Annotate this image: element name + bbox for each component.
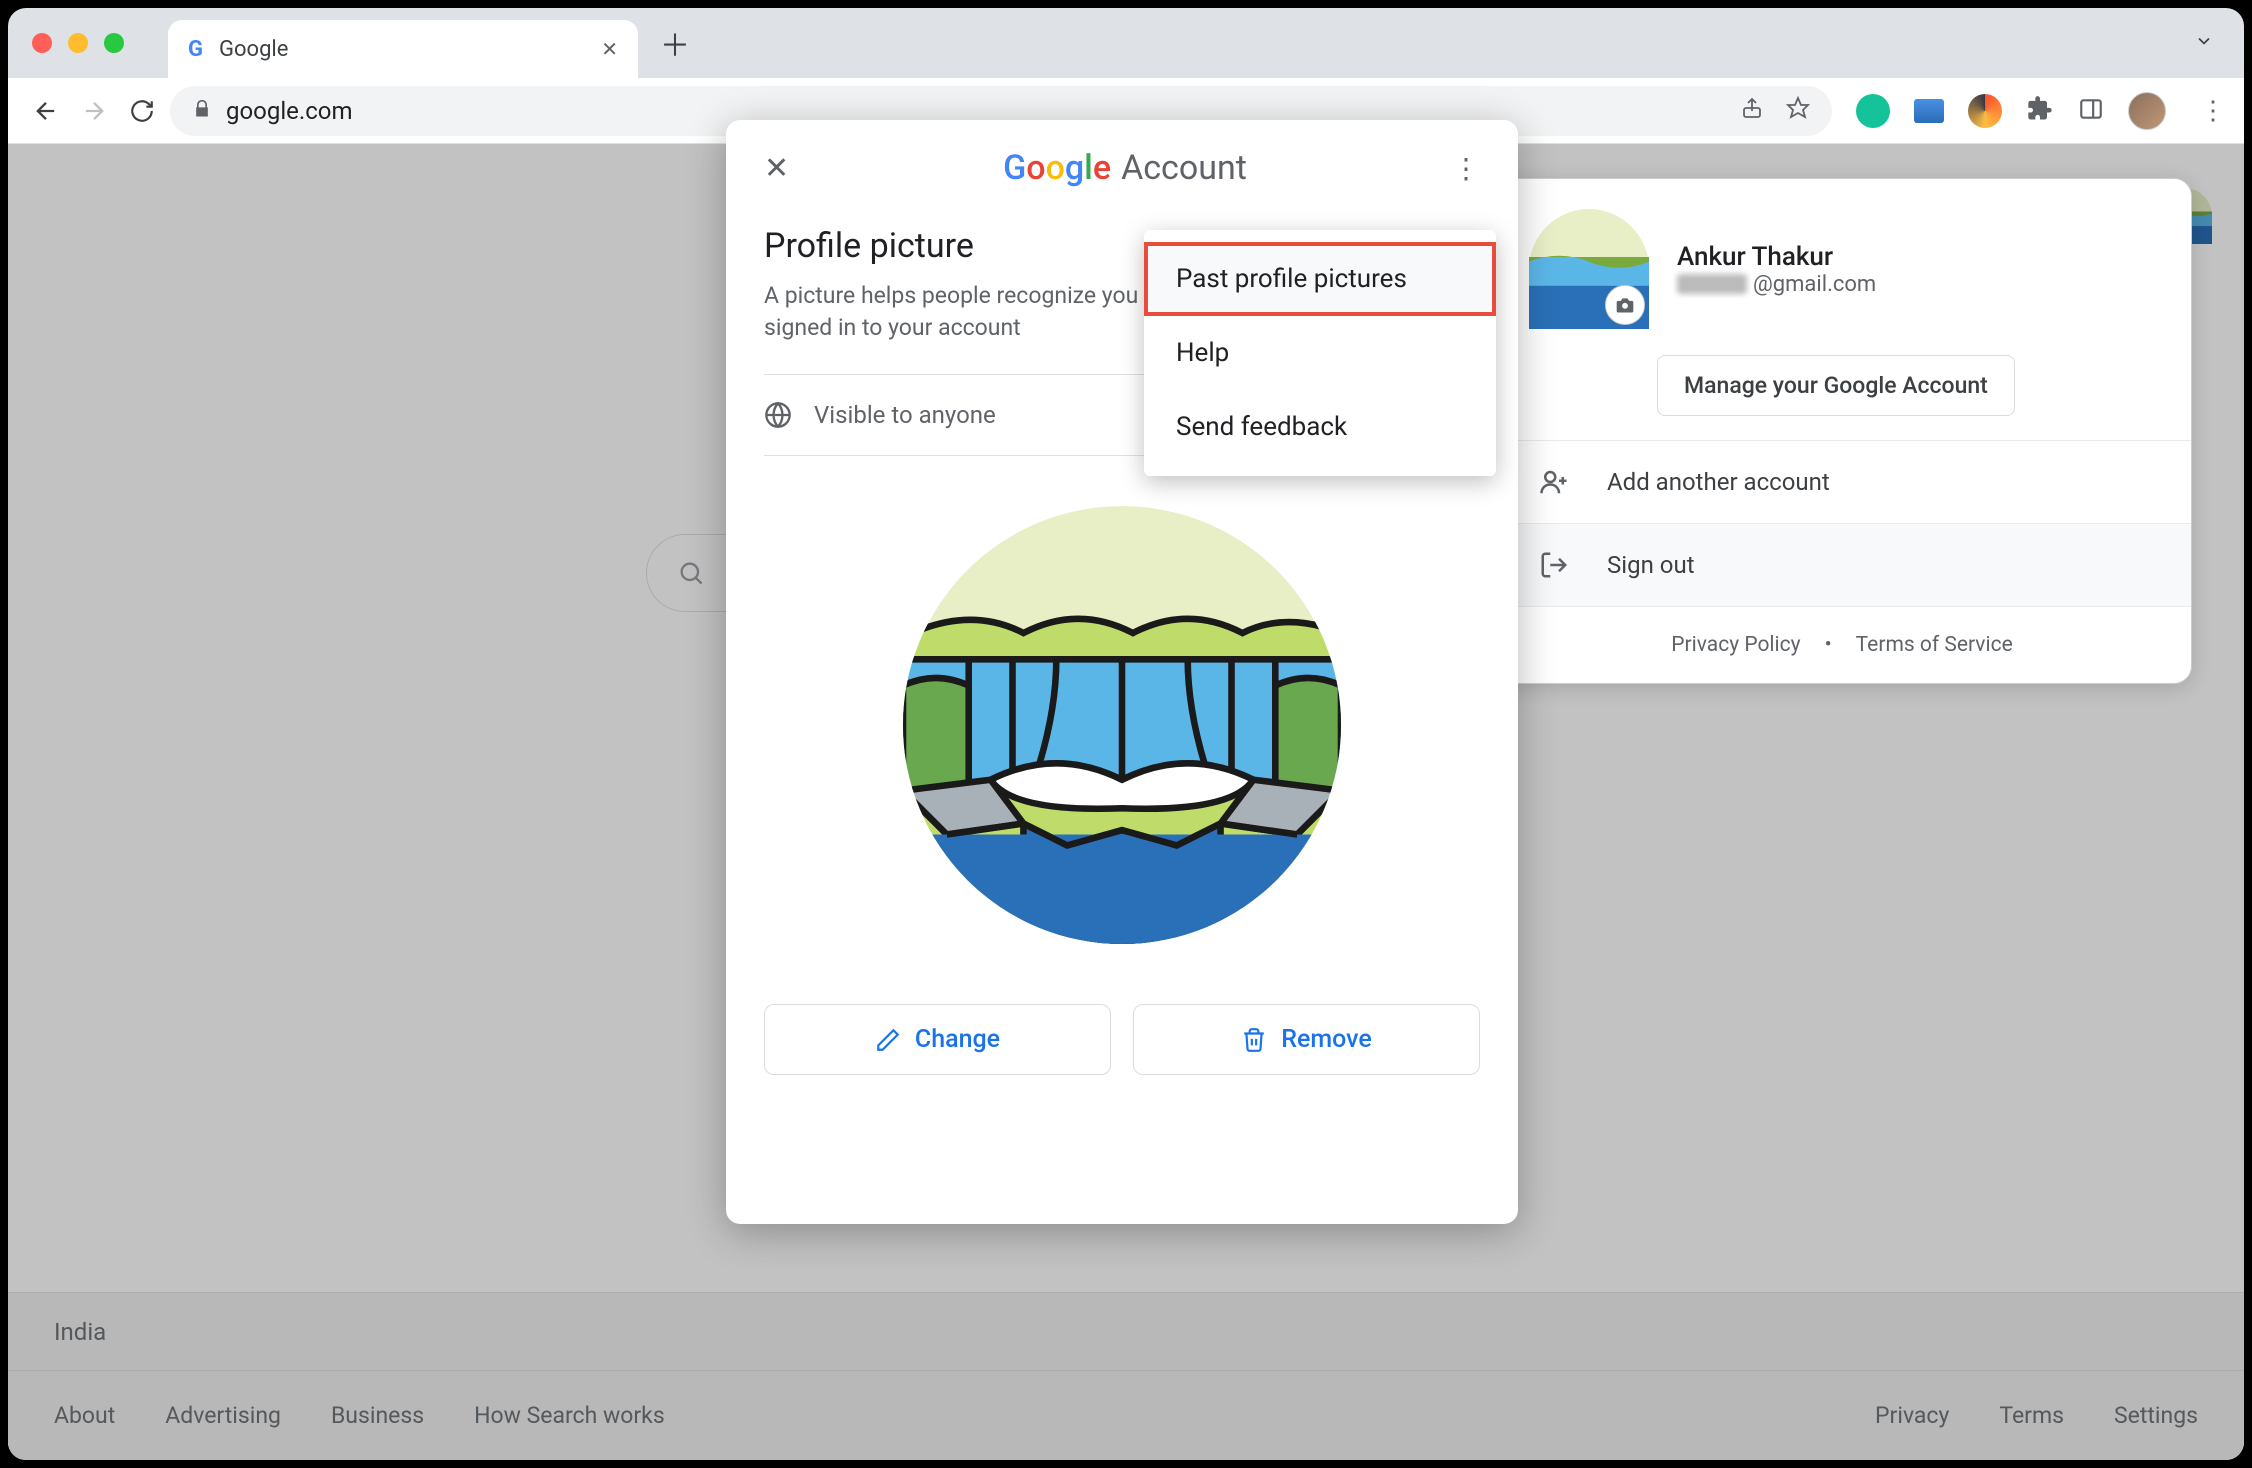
add-person-icon — [1539, 467, 1569, 497]
globe-icon — [764, 401, 792, 429]
minimize-window-button[interactable] — [68, 33, 88, 53]
visibility-label: Visible to anyone — [814, 401, 996, 429]
tab-strip: G Google ✕ ＋ — [8, 8, 2244, 78]
add-account-label: Add another account — [1607, 468, 1830, 496]
reload-button[interactable] — [122, 91, 162, 131]
maximize-window-button[interactable] — [104, 33, 124, 53]
email-domain: @gmail.com — [1753, 272, 1876, 297]
tab-close-icon[interactable]: ✕ — [601, 37, 618, 61]
tab-list-chevron-icon[interactable] — [2194, 31, 2214, 55]
signout-icon — [1539, 550, 1569, 580]
account-flyout: Ankur Thakur @gmail.com Manage your Goog… — [1492, 178, 2192, 684]
signout-button[interactable]: Sign out — [1493, 523, 2191, 606]
lock-icon — [192, 97, 212, 125]
url-text: google.com — [226, 97, 353, 125]
browser-menu-icon[interactable]: ⋮ — [2200, 96, 2226, 126]
share-icon[interactable] — [1740, 96, 1764, 126]
brand-suffix: Account — [1121, 148, 1247, 188]
remove-photo-button[interactable]: Remove — [1133, 1004, 1480, 1075]
browser-tab[interactable]: G Google ✕ — [168, 20, 638, 78]
pencil-icon — [875, 1027, 901, 1053]
modal-more-icon[interactable]: ⋮ — [1440, 152, 1480, 185]
forward-button — [74, 91, 114, 131]
change-label: Change — [915, 1025, 1000, 1054]
tab-favicon: G — [188, 37, 203, 62]
manage-account-button[interactable]: Manage your Google Account — [1657, 355, 2015, 416]
flyout-username: Ankur Thakur — [1677, 242, 1876, 272]
bookmark-star-icon[interactable] — [1786, 96, 1810, 126]
add-account-button[interactable]: Add another account — [1493, 440, 2191, 523]
extensions-puzzle-icon[interactable] — [2026, 95, 2054, 127]
dropdown-feedback[interactable]: Send feedback — [1144, 390, 1496, 464]
dropdown-past-pictures[interactable]: Past profile pictures — [1144, 242, 1496, 316]
modal-more-dropdown: Past profile pictures Help Send feedback — [1144, 230, 1496, 476]
new-tab-button[interactable]: ＋ — [660, 21, 690, 65]
flyout-email: @gmail.com — [1677, 272, 1876, 297]
extension-brave-icon[interactable] — [1968, 94, 2002, 128]
tab-title: Google — [219, 37, 288, 62]
separator-dot: • — [1825, 633, 1832, 657]
profile-avatar-button[interactable] — [2128, 92, 2166, 130]
trash-icon — [1241, 1027, 1267, 1053]
window-controls — [32, 33, 124, 53]
profile-picture-preview — [903, 506, 1341, 944]
remove-label: Remove — [1281, 1025, 1372, 1054]
email-redacted — [1677, 274, 1747, 294]
flyout-privacy-link[interactable]: Privacy Policy — [1671, 633, 1800, 657]
google-logo: Google — [1003, 148, 1111, 188]
dropdown-help[interactable]: Help — [1144, 316, 1496, 390]
extension-screenshot-icon[interactable] — [1914, 99, 1944, 123]
flyout-terms-link[interactable]: Terms of Service — [1856, 633, 2013, 657]
sidepanel-icon[interactable] — [2078, 96, 2104, 126]
extension-grammarly-icon[interactable] — [1856, 94, 1890, 128]
signout-label: Sign out — [1607, 551, 1695, 579]
back-button[interactable] — [26, 91, 66, 131]
close-window-button[interactable] — [32, 33, 52, 53]
extension-icons: ⋮ — [1856, 92, 2226, 130]
change-photo-button[interactable]: Change — [764, 1004, 1111, 1075]
flyout-avatar[interactable] — [1529, 209, 1649, 329]
modal-close-icon[interactable]: ✕ — [764, 151, 810, 186]
flyout-footer: Privacy Policy • Terms of Service — [1493, 606, 2191, 683]
camera-icon[interactable] — [1605, 285, 1645, 325]
modal-brand-title: Google Account — [810, 148, 1440, 188]
